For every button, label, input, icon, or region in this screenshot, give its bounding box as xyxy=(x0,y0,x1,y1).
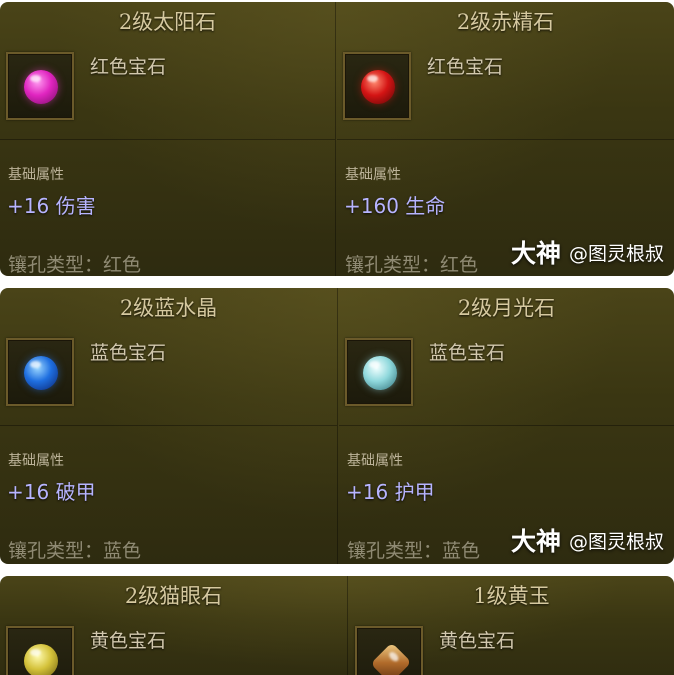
divider xyxy=(337,139,674,140)
attr-label: 基础属性 xyxy=(8,453,64,469)
divider xyxy=(0,139,335,140)
gem-title: 1级黄玉 xyxy=(473,584,550,608)
attr-value: +16 破甲 xyxy=(7,480,96,504)
gem-icon-frame xyxy=(355,626,423,675)
attr-label: 基础属性 xyxy=(8,167,64,183)
gem-card[interactable]: 2级太阳石 红色宝石 基础属性 +16 伤害 镶孔类型：红色 xyxy=(0,2,336,276)
gem-type: 红色宝石 xyxy=(90,56,167,78)
blue-gem-icon xyxy=(24,356,58,390)
gem-title: 2级太阳石 xyxy=(118,10,217,34)
gem-icon-frame xyxy=(343,52,411,120)
gem-type: 红色宝石 xyxy=(427,56,504,78)
gem-panel-blue: 2级蓝水晶 蓝色宝石 基础属性 +16 破甲 镶孔类型：蓝色 2级月光石 蓝色宝… xyxy=(0,288,674,564)
watermark: 大神 @图灵根叔 xyxy=(511,522,664,558)
gem-icon-frame xyxy=(6,52,74,120)
socket-type: 镶孔类型：红色 xyxy=(8,254,142,276)
attr-label: 基础属性 xyxy=(345,167,401,183)
watermark-user: @图灵根叔 xyxy=(568,530,664,553)
gem-type: 蓝色宝石 xyxy=(429,342,506,364)
gem-title: 2级月光石 xyxy=(457,296,556,320)
gem-panel-yellow: 2级猫眼石 黄色宝石 1级黄玉 黄色宝石 xyxy=(0,576,674,675)
attr-value: +16 护甲 xyxy=(346,480,435,504)
gem-icon-frame xyxy=(6,338,74,406)
gem-icon-frame xyxy=(345,338,413,406)
gem-type: 蓝色宝石 xyxy=(90,342,167,364)
gem-card[interactable]: 2级猫眼石 黄色宝石 xyxy=(0,576,348,675)
gem-icon-frame xyxy=(6,626,74,675)
watermark-brand: 大神 xyxy=(510,527,561,556)
gem-card[interactable]: 2级蓝水晶 蓝色宝石 基础属性 +16 破甲 镶孔类型：蓝色 xyxy=(0,288,338,564)
gem-panel-red: 2级太阳石 红色宝石 基础属性 +16 伤害 镶孔类型：红色 2级赤精石 红色宝… xyxy=(0,2,674,276)
watermark-user: @图灵根叔 xyxy=(568,242,664,265)
yellow-gem-icon xyxy=(24,644,58,675)
gem-card[interactable]: 1级黄玉 黄色宝石 xyxy=(349,576,674,675)
socket-type: 镶孔类型：蓝色 xyxy=(8,540,142,562)
attr-value: +16 伤害 xyxy=(7,194,96,218)
watermark: 大神 @图灵根叔 xyxy=(511,234,664,270)
socket-type: 镶孔类型：红色 xyxy=(345,254,479,276)
watermark-brand: 大神 xyxy=(510,239,561,268)
topaz-gem-icon xyxy=(370,642,412,675)
socket-type: 镶孔类型：蓝色 xyxy=(347,540,481,562)
divider xyxy=(0,425,337,426)
gem-title: 2级赤精石 xyxy=(456,10,555,34)
magenta-gem-icon xyxy=(24,70,58,104)
divider xyxy=(339,425,674,426)
gem-title: 2级猫眼石 xyxy=(124,584,223,608)
gem-type: 黄色宝石 xyxy=(90,630,167,652)
attr-label: 基础属性 xyxy=(347,453,403,469)
red-gem-icon xyxy=(361,70,395,104)
attr-value: +160 生命 xyxy=(344,194,446,218)
gem-type: 黄色宝石 xyxy=(439,630,516,652)
pale-blue-gem-icon xyxy=(363,356,397,390)
gem-title: 2级蓝水晶 xyxy=(119,296,218,320)
